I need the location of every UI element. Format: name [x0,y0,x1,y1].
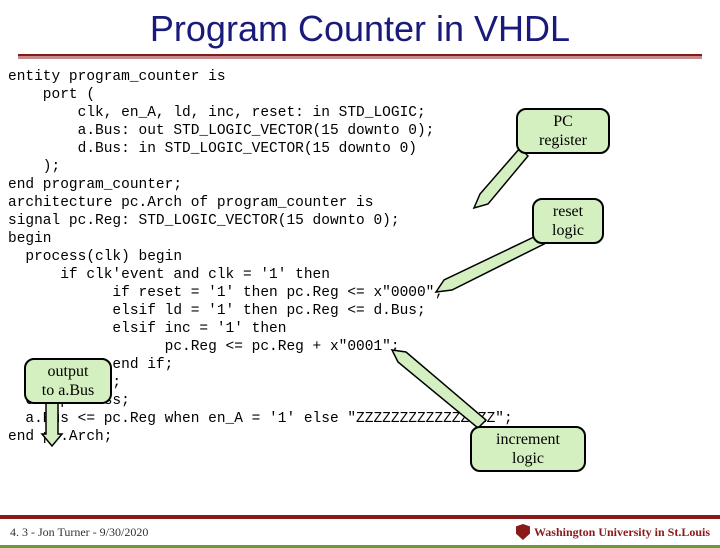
footer-left: 4. 3 - Jon Turner - 9/30/2020 [10,525,148,540]
pointer-pc [460,146,530,216]
code-line: begin [8,231,52,247]
code-line: architecture pc.Arch of program_counter … [8,195,373,211]
slide-title: Program Counter in VHDL [0,8,720,50]
pointer-inc [382,346,492,436]
callout-output-abus: outputto a.Bus [24,358,112,404]
code-line: process(clk) begin [8,249,182,265]
callout-reset-logic: resetlogic [532,198,604,244]
university-logo: Washington University in St.Louis [516,524,710,540]
pointer-output [36,398,66,448]
code-line: a.Bus: out STD_LOGIC_VECTOR(15 downto 0)… [8,123,434,139]
shield-icon [516,524,530,540]
code-line: elsif inc = '1' then [8,321,286,337]
pointer-reset [428,234,548,294]
footer-bar: 4. 3 - Jon Turner - 9/30/2020 Washington… [0,515,720,548]
code-line: ); [8,159,60,175]
code-line: clk, en_A, ld, inc, reset: in STD_LOGIC; [8,105,426,121]
code-line: d.Bus: in STD_LOGIC_VECTOR(15 downto 0) [8,141,417,157]
title-underline [18,54,702,60]
callout-pc-register: PCregister [516,108,610,154]
code-line: pc.Reg <= pc.Reg + x"0001"; [8,339,400,355]
code-line: entity program_counter is [8,69,226,85]
code-line: end program_counter; [8,177,182,193]
callout-increment-logic: incrementlogic [470,426,586,472]
code-line: signal pc.Reg: STD_LOGIC_VECTOR(15 downt… [8,213,400,229]
logo-text: Washington University in St.Louis [534,525,710,540]
code-line: if clk'event and clk = '1' then [8,267,330,283]
code-line: if reset = '1' then pc.Reg <= x"0000"; [8,285,443,301]
code-line: elsif ld = '1' then pc.Reg <= d.Bus; [8,303,426,319]
code-line: port ( [8,87,95,103]
code-block: entity program_counter is port ( clk, en… [8,68,720,446]
